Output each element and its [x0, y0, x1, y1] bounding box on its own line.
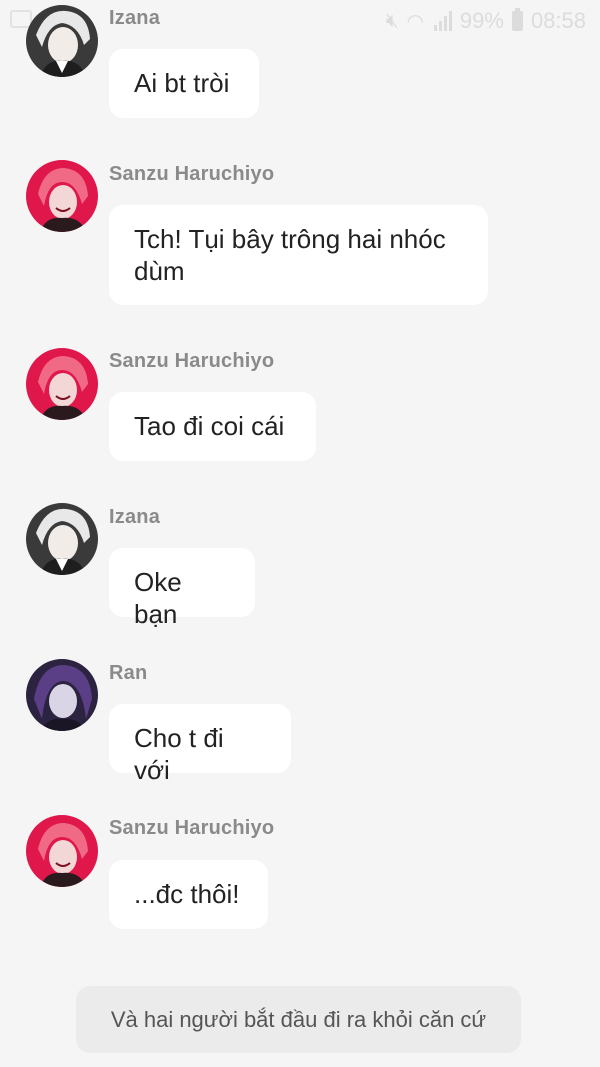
message-bubble[interactable]: Oke bạn [109, 548, 255, 629]
clock: 08:58 [530, 8, 586, 33]
battery-icon [511, 8, 523, 31]
wifi-icon: ◠ [406, 10, 424, 33]
sender-name: Izana [109, 506, 161, 528]
sender-name: Sanzu Haruchiyo [109, 350, 275, 372]
ran-avatar[interactable] [26, 659, 98, 731]
signal-icon [432, 11, 452, 31]
sender-name: Sanzu Haruchiyo [109, 817, 275, 839]
sender-name: Sanzu Haruchiyo [109, 163, 275, 185]
izana-avatar[interactable] [26, 503, 98, 575]
izana-avatar[interactable] [26, 5, 98, 77]
sanzu-avatar[interactable] [26, 348, 98, 420]
message-bubble[interactable]: Ai bt tròi [109, 49, 259, 118]
message-bubble[interactable]: Cho t đi với [109, 704, 291, 785]
sender-name: Ran [109, 662, 148, 684]
narration-bubble: Và hai người bắt đầu đi ra khỏi căn cứ [76, 986, 521, 1053]
sanzu-avatar[interactable] [26, 160, 98, 232]
chat-screen: 🔇︎ ◠ 99% 08:58 Izana Ai bt tròi Sanzu Ha… [0, 0, 600, 1067]
message-bubble[interactable]: Tao đi coi cái [109, 392, 316, 461]
mute-icon: 🔇︎ [385, 9, 399, 32]
sender-name: Izana [109, 7, 161, 29]
sanzu-avatar[interactable] [26, 815, 98, 887]
battery-percent: 99% [459, 8, 504, 33]
message-bubble[interactable]: Tch! Tụi bây trông hai nhóc dùm [109, 205, 488, 305]
message-bubble[interactable]: ...đc thôi! [109, 860, 268, 929]
status-icons: 🔇︎ ◠ 99% 08:58 [386, 8, 586, 34]
